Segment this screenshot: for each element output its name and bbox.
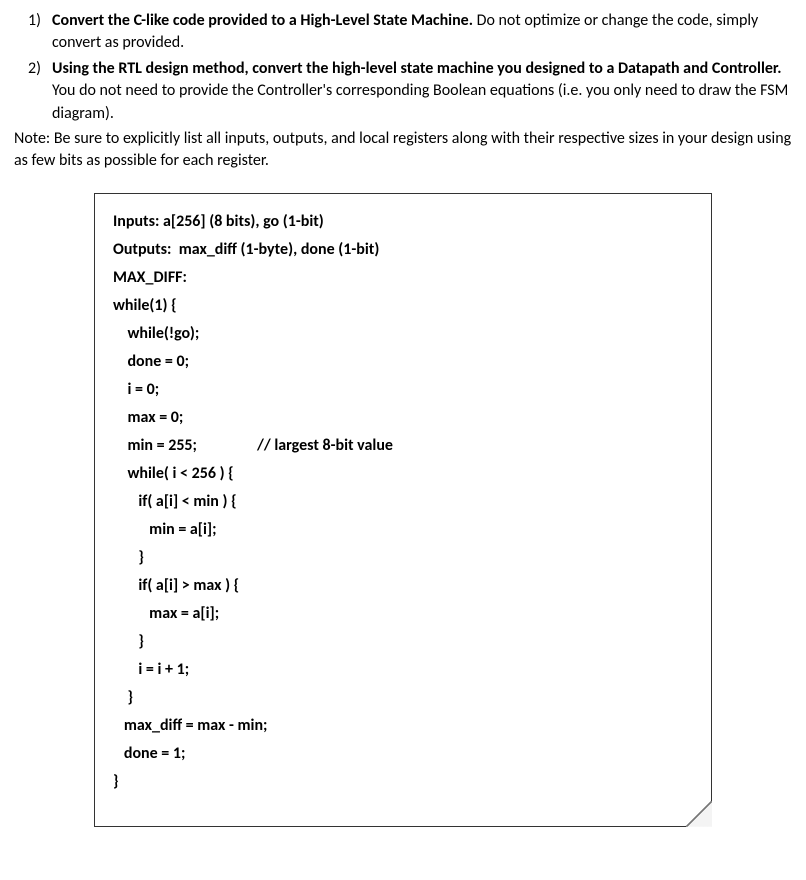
code-line: max = a[i]; [113,600,693,628]
code-line: Inputs: a[256] (8 bits), go (1-bit) [113,208,693,236]
code-line: i = 0; [113,376,693,404]
code-line: if( a[i] < min ) { [113,488,693,516]
code-line: MAX_DIFF: [113,264,693,292]
code-line: } [113,768,693,796]
code-line: } [113,628,693,656]
note-text: Note: Be sure to explicitly list all inp… [14,128,792,173]
question-2-bold: Using the RTL design method, convert the… [52,59,781,78]
questions-list: 1) Convert the C-like code provided to a… [14,10,792,125]
question-1-bold: Convert the C-like code provided to a Hi… [52,11,473,30]
code-line: min = a[i]; [113,516,693,544]
question-1: 1) Convert the C-like code provided to a… [52,10,792,55]
code-line: max = 0; [113,404,693,432]
code-line: i = i + 1; [113,656,693,684]
code-comment: // largest 8-bit value [257,432,393,460]
code-box-wrapper: Inputs: a[256] (8 bits), go (1-bit) Outp… [14,193,792,827]
code-line: while(1) { [113,292,693,320]
page-fold-icon [686,801,712,827]
code-line: while( i < 256 ) { [113,460,693,488]
code-line: } [113,544,693,572]
code-line: done = 1; [113,740,693,768]
code-line: Outputs: max_diff (1-byte), done (1-bit) [113,236,693,264]
question-2-number: 2) [28,58,41,80]
code-line: while(!go); [113,320,693,348]
question-2-rest: You do not need to provide the Controlle… [52,81,788,122]
code-line: done = 0; [113,348,693,376]
question-2: 2) Using the RTL design method, convert … [52,58,792,125]
code-box: Inputs: a[256] (8 bits), go (1-bit) Outp… [94,193,712,827]
code-line: min = 255; // largest 8-bit value [113,432,693,460]
code-line: } [113,684,693,712]
code-text: min = 255; [113,436,197,455]
question-1-number: 1) [28,10,41,32]
code-line: max_diff = max - min; [113,712,693,740]
code-line: if( a[i] > max ) { [113,572,693,600]
